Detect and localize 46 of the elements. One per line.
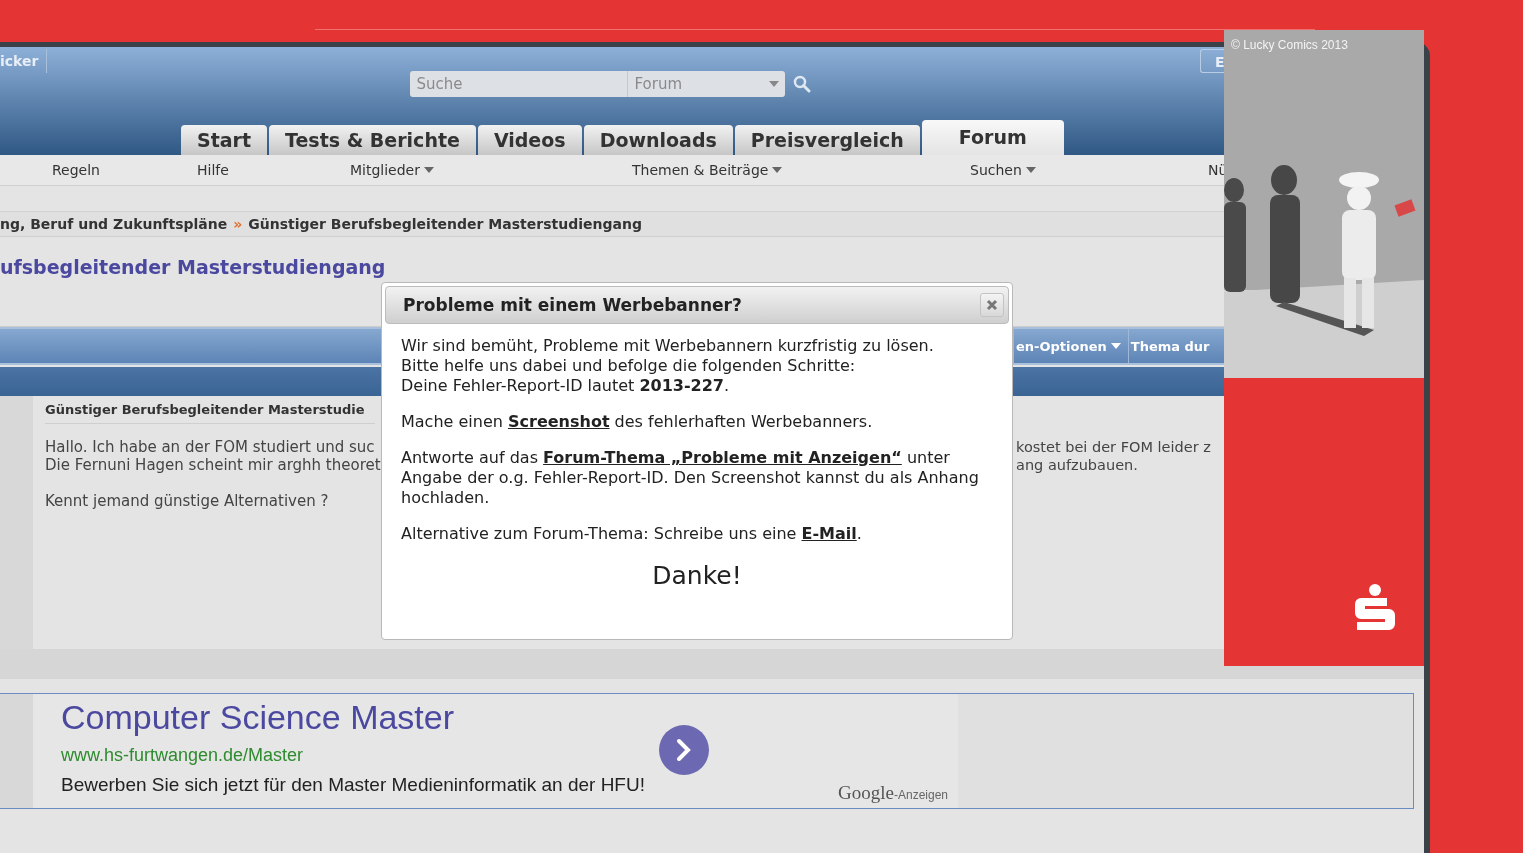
- caret-icon: [1110, 343, 1121, 349]
- ad-label: -Anzeigen: [893, 788, 948, 802]
- close-button[interactable]: [980, 293, 1004, 317]
- nav-tab[interactable]: Downloads: [583, 125, 733, 155]
- search-icon[interactable]: [793, 75, 812, 93]
- nav-tab[interactable]: Videos: [477, 125, 582, 155]
- subnav-link[interactable]: Hilfe: [197, 162, 229, 178]
- dialog-link[interactable]: E-Mail: [801, 524, 857, 543]
- caret-icon: [424, 167, 434, 173]
- nav-tab[interactable]: Tests & Berichte: [269, 125, 476, 155]
- caret-icon: [772, 167, 783, 173]
- subnav-link[interactable]: Mitglieder: [350, 162, 434, 178]
- post-title: Günstiger Berufsbegleitender Masterstudie: [45, 402, 365, 417]
- ad-url[interactable]: www.hs-furtwangen.de/Master: [61, 745, 958, 766]
- dialog-text: Wir sind bemüht, Probleme mit Werbebannern kurzfristig zu lösen. Bitte helfe uns dabei und befolge die folgenden Schritte: Deine Fehler-Report-ID lautet 2013-227.: [401, 336, 935, 396]
- post-text: kostet bei der FOM leider z: [1016, 438, 1211, 456]
- ad-logo: Google: [838, 782, 894, 804]
- post-text: ang aufzubauen.: [1016, 456, 1139, 474]
- thanks-text: Danke!: [651, 566, 743, 586]
- subnav-link[interactable]: Suchen: [970, 162, 1036, 178]
- nav-tab[interactable]: Forum: [921, 120, 1064, 155]
- thread-title: ufsbegleitender Masterstudiengang: [0, 256, 387, 278]
- post-text: Hallo. Ich habe an der FOM studiert und suc: [45, 438, 376, 456]
- chevron-button[interactable]: [659, 725, 709, 775]
- caret-icon: [769, 81, 780, 87]
- dialog-text: Antworte auf das Forum-Thema „Probleme mit Anzeigen“ unter Angabe der o.g. Fehler-Report-ID. Den Screenshot kannst du als Anhang hochladen.: [401, 448, 980, 508]
- search-field[interactable]: Suche: [410, 71, 628, 97]
- dialog-title: Probleme mit einem Werbebanner?: [403, 295, 742, 315]
- dialog-link[interactable]: Screenshot: [508, 412, 610, 431]
- nav-tab[interactable]: Preisvergleich: [734, 125, 920, 155]
- ad-title[interactable]: Computer Science Master: [61, 698, 958, 737]
- post-text: Kennt jemand günstige Alternativen ?: [45, 492, 330, 510]
- dialog-text: Alternative zum Forum-Thema: Schreibe uns eine E-Mail.: [401, 524, 863, 544]
- breadcrumb-current: Günstiger Berufsbegleitender Masterstudiengang: [248, 216, 642, 232]
- subnav-link[interactable]: Themen & Beiträge: [632, 162, 783, 178]
- ad-text: Bewerben Sie sich jetzt für den Master Medieninformatik an der HFU!: [61, 774, 645, 796]
- dialog-link[interactable]: Forum-Thema „Probleme mit Anzeigen“: [543, 448, 902, 467]
- breadcrumb-link[interactable]: ng, Beruf und Zukunftspläne: [0, 216, 228, 232]
- credit-text: © Lucky Comics 2013: [1231, 38, 1348, 52]
- caret-icon: [1025, 167, 1036, 173]
- dialog-text: Mache einen Screenshot des fehlerhaften Werbebanners.: [401, 412, 874, 432]
- nav-tab[interactable]: Start: [181, 125, 268, 155]
- close-icon: [986, 299, 998, 311]
- subnav-link[interactable]: Regeln: [52, 162, 100, 178]
- breadcrumb-separator: »: [233, 216, 243, 232]
- post-text: Die Fernuni Hagen scheint mir arghh theoret: [45, 456, 382, 474]
